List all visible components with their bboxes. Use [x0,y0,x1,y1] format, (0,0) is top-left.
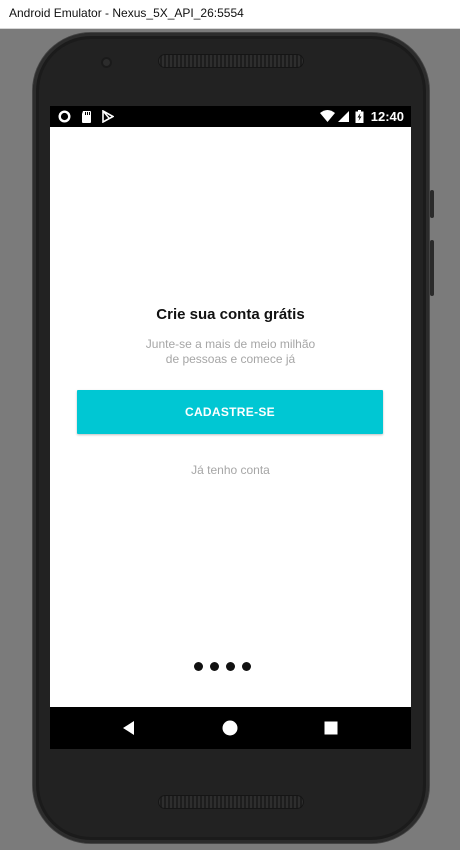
power-button[interactable] [430,190,434,218]
page-dot-4[interactable] [242,662,251,671]
record-icon [58,110,71,123]
subtitle-line-1: Junte-se a mais de meio milhão [145,337,316,351]
window-title: Android Emulator - Nexus_5X_API_26:5554 [9,6,244,20]
subtitle-line-2: de pessoas e comece já [165,352,296,366]
sd-card-icon [82,111,91,123]
page-dot-2[interactable] [210,662,219,671]
status-bar: 12:40 [50,106,411,127]
front-camera [101,57,112,68]
page-dot-1[interactable] [194,662,203,671]
navigation-bar [50,707,411,749]
battery-icon [355,110,364,123]
wifi-icon [320,110,335,122]
page-subtitle: Junte-se a mais de meio milhão de pessoa… [50,337,411,367]
login-link[interactable]: Já tenho conta [50,463,411,477]
back-icon[interactable] [120,719,138,737]
bottom-speaker [158,795,304,809]
recents-icon[interactable] [322,719,340,737]
window-titlebar[interactable]: Android Emulator - Nexus_5X_API_26:5554 [0,0,463,29]
top-speaker [158,54,304,68]
home-icon[interactable] [221,719,239,737]
volume-button[interactable] [430,240,434,296]
signal-icon [338,111,349,122]
play-store-icon [102,110,114,123]
page-title: Crie sua conta grátis [156,306,305,323]
page-indicator [194,662,254,672]
device-screen: 12:40 Crie sua conta grátis Junte-se a m… [50,106,411,749]
page-dot-3[interactable] [226,662,235,671]
signup-button[interactable]: CADASTRE-SE [77,390,383,434]
clock: 12:40 [370,109,404,124]
emulator-window: Android Emulator - Nexus_5X_API_26:5554 [0,0,463,850]
